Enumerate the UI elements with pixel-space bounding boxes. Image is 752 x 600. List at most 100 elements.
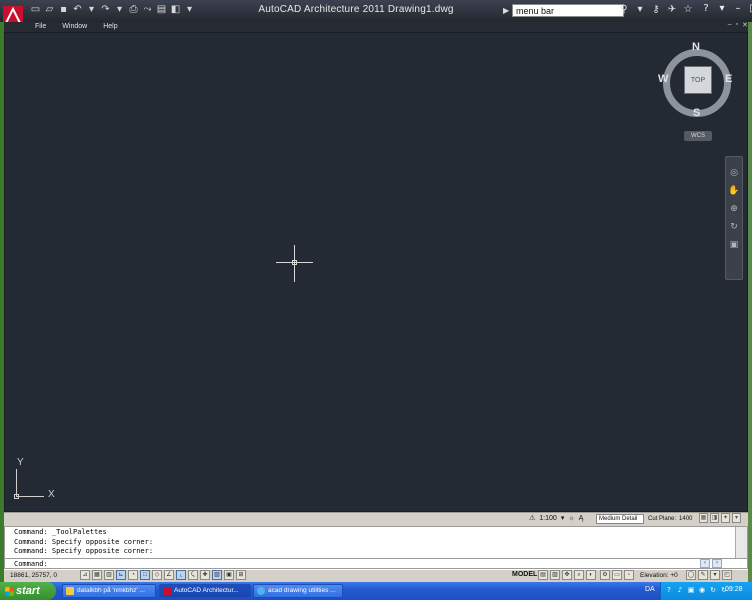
scroll-left-button[interactable]: ‹	[700, 559, 710, 568]
lineweight-icon[interactable]: ✚	[200, 570, 210, 580]
clean-screen-icon[interactable]: ◰	[722, 570, 732, 580]
task-label: acad drawing utilities ...	[268, 587, 336, 594]
annotation-scale-value[interactable]: 1:100	[539, 513, 557, 525]
key-icon[interactable]: ⚷	[650, 3, 662, 17]
compass-north[interactable]: N	[692, 41, 700, 53]
dynamic-ucs-icon[interactable]: ⌞	[176, 570, 186, 580]
infer-constraints-icon[interactable]: ⊿	[80, 570, 90, 580]
minimize-button[interactable]: –	[732, 3, 744, 16]
display-configuration-select[interactable]: Medium Detail	[596, 514, 644, 524]
quick-properties-icon[interactable]: ▣	[224, 570, 234, 580]
cut-plane-label: Cut Plane:	[648, 516, 677, 522]
status-menu-icon[interactable]: ▾	[732, 513, 741, 523]
language-indicator[interactable]: DA	[645, 586, 655, 593]
network-icon[interactable]: ▣	[687, 586, 695, 594]
layer-key-icon[interactable]: ◨	[710, 513, 719, 523]
drawing-restore-button[interactable]: ▫	[736, 21, 738, 29]
grid-display-icon[interactable]: ▥	[104, 570, 114, 580]
coordinate-display[interactable]: 18861, 25757, 0	[10, 571, 57, 580]
binoculars-icon[interactable]: ⚲	[618, 3, 630, 17]
drawing-minimize-button[interactable]: –	[728, 21, 732, 29]
help-icon[interactable]: ?	[700, 3, 712, 16]
open-icon[interactable]: ▱	[44, 3, 55, 17]
dropdown-icon[interactable]: ▾	[184, 3, 195, 17]
properties-icon[interactable]: ▤	[156, 3, 167, 17]
selection-cycling-icon[interactable]: ⊞	[236, 570, 246, 580]
taskbar-item-explorer[interactable]: datalkbh på 'nmkbhz' ...	[62, 584, 156, 598]
new-icon[interactable]: ▭	[30, 3, 41, 17]
replace-z-icon[interactable]: ◯	[686, 570, 696, 580]
cut-plane-value[interactable]: 1400	[679, 513, 692, 525]
polar-tracking-icon[interactable]: ◔	[128, 570, 138, 580]
dropdown-icon[interactable]: ▾	[716, 3, 728, 16]
publish-icon[interactable]: ⤳	[142, 3, 153, 17]
window-controls: ? ▾ – □ ✕	[700, 3, 752, 16]
object-snap-icon[interactable]: □	[140, 570, 150, 580]
dynamic-input-icon[interactable]: ⤹	[188, 570, 198, 580]
history-line: Command: Specify opposite corner:	[14, 547, 154, 556]
command-history-scrollbar[interactable]	[735, 527, 747, 558]
volume-icon[interactable]: ♪	[676, 586, 684, 594]
history-line: Command: _ToolPalettes	[14, 528, 107, 536]
dropdown-icon[interactable]: ▾	[114, 3, 125, 17]
orbit-icon[interactable]: ↻	[728, 221, 740, 233]
pan-tool-icon[interactable]: ✥	[562, 570, 572, 580]
elevation-value[interactable]: +0	[670, 572, 677, 579]
command-line[interactable]: Command:	[4, 558, 748, 569]
maximize-button[interactable]: □	[748, 3, 752, 16]
print-icon[interactable]: ⎙	[128, 3, 139, 17]
steering-tool-icon[interactable]: ◐	[586, 570, 596, 580]
hardware-acceleration-icon[interactable]: ▫	[624, 570, 634, 580]
clock[interactable]: 09:28	[725, 586, 743, 593]
search-expand-icon[interactable]: ▶	[503, 6, 511, 15]
dropdown-icon[interactable]: ▾	[561, 513, 565, 525]
save-icon[interactable]: ▪	[58, 3, 69, 17]
viewcube-top-face[interactable]: TOP	[684, 66, 712, 94]
menu-help[interactable]: Help	[103, 22, 117, 32]
bulb-icon[interactable]: ✦	[721, 513, 730, 523]
3d-object-snap-icon[interactable]: ◇	[152, 570, 162, 580]
dropdown-icon[interactable]: ▾	[86, 3, 97, 17]
update-icon[interactable]: ↻	[709, 586, 717, 594]
undo-icon[interactable]: ↶	[72, 3, 83, 17]
compass-west[interactable]: W	[658, 73, 668, 85]
steering-wheel-icon[interactable]: ◎	[728, 167, 740, 179]
quick-view-layouts-icon[interactable]: ▤	[538, 570, 548, 580]
security-icon[interactable]: ◉	[698, 586, 706, 594]
model-space-toggle[interactable]: MODEL	[512, 570, 537, 580]
ucs-origin-icon	[14, 494, 19, 499]
help-tray-icon[interactable]: ?	[665, 586, 673, 594]
pan-icon[interactable]: ✋	[728, 185, 740, 197]
snap-mode-icon[interactable]: ▦	[92, 570, 102, 580]
scroll-right-button[interactable]: ›	[712, 559, 722, 568]
quick-view-drawings-icon[interactable]: ▨	[550, 570, 560, 580]
showmotion-icon[interactable]: ▣	[728, 239, 740, 251]
compass-south[interactable]: S	[693, 107, 700, 119]
taskbar-item-autocad[interactable]: AutoCAD Architectur...	[159, 584, 251, 598]
ortho-mode-icon[interactable]: ⊾	[116, 570, 126, 580]
isolate-objects-icon[interactable]: ✎	[698, 570, 708, 580]
status-menu-icon[interactable]: ▾	[710, 570, 720, 580]
workspace-icon[interactable]: ◧	[170, 3, 181, 17]
workspace-switching-icon[interactable]: ⚙	[600, 570, 610, 580]
menu-file[interactable]: File	[35, 22, 46, 32]
window-title: AutoCAD Architecture 2011 Drawing1.dwg	[258, 4, 454, 15]
zoom-tool-icon[interactable]: ⌕	[574, 570, 584, 580]
compass-east[interactable]: E	[725, 73, 732, 85]
surface-hatch-icon[interactable]: ▦	[699, 513, 708, 523]
toolbar-lock-icon[interactable]: ▭	[612, 570, 622, 580]
taskbar-item-browser[interactable]: acad drawing utilities ...	[253, 584, 343, 598]
communication-icon[interactable]: ✈	[666, 3, 678, 17]
wcs-menu-button[interactable]: WCS	[684, 131, 712, 141]
star-icon[interactable]: ☆	[682, 3, 694, 17]
transparency-icon[interactable]: ▧	[212, 570, 222, 580]
object-snap-tracking-icon[interactable]: ∠	[164, 570, 174, 580]
annotation-visibility-icon[interactable]: ☼	[568, 513, 574, 525]
annotation-autoscale-icon[interactable]: Ą	[579, 513, 584, 525]
menu-window[interactable]: Window	[62, 22, 87, 32]
redo-icon[interactable]: ↷	[100, 3, 111, 17]
zoom-icon[interactable]: ⊕	[728, 203, 740, 215]
dropdown-icon[interactable]: ▾	[634, 3, 646, 17]
drawing-canvas[interactable]	[4, 32, 748, 512]
search-input[interactable]	[512, 4, 624, 17]
